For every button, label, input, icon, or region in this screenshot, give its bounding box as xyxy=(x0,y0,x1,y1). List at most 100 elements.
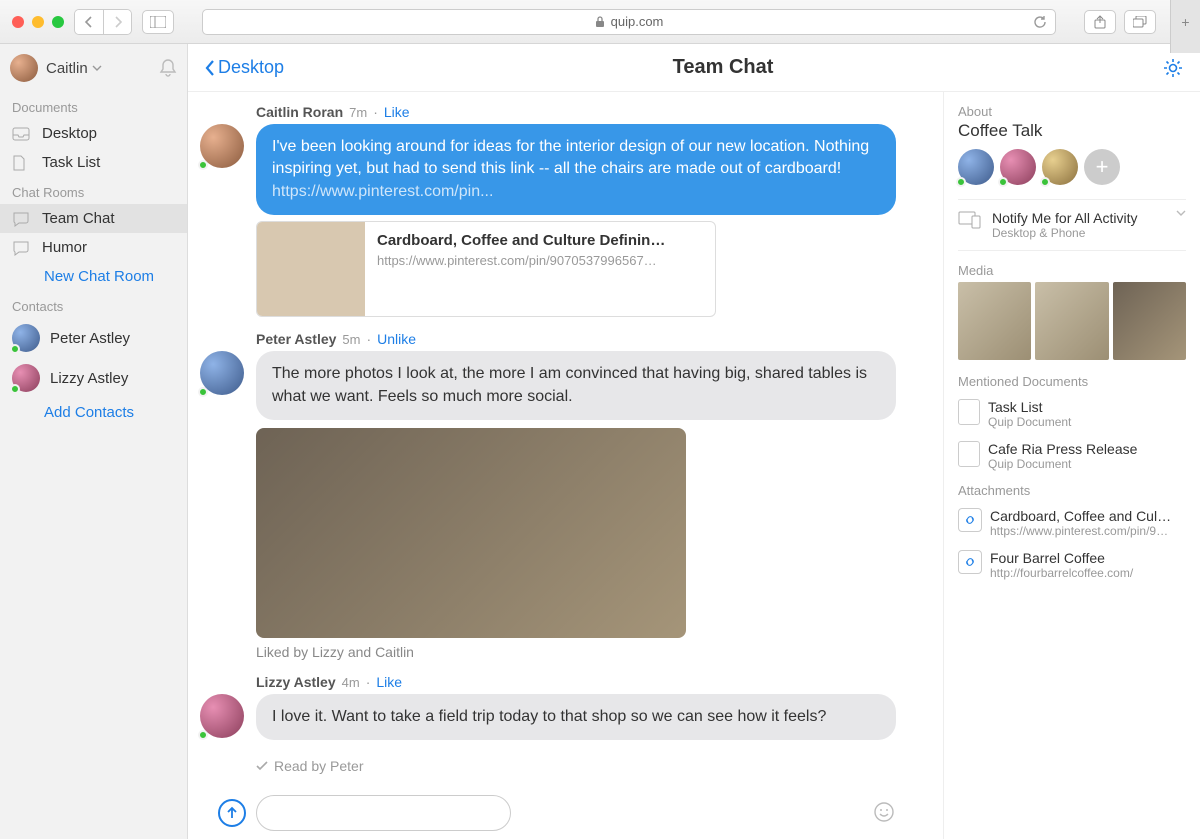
message-input[interactable] xyxy=(256,795,511,831)
chevron-left-icon xyxy=(204,59,216,77)
contacts-section-label: Contacts xyxy=(0,291,187,318)
sidebar-item-teamchat[interactable]: Team Chat xyxy=(0,204,187,233)
message-author: Caitlin Roran xyxy=(256,104,343,120)
emoji-button[interactable] xyxy=(873,801,895,823)
sidebar-item-label: Team Chat xyxy=(42,210,115,227)
share-button[interactable] xyxy=(1084,10,1116,34)
message-avatar[interactable] xyxy=(200,351,244,395)
nav-buttons xyxy=(74,9,132,35)
member-avatars: + xyxy=(958,149,1186,185)
link-preview-card[interactable]: Cardboard, Coffee and Culture Definin… h… xyxy=(256,221,716,317)
sidebar-toggle-button[interactable] xyxy=(142,10,174,34)
presence-indicator xyxy=(10,344,20,354)
document-icon xyxy=(958,399,980,425)
attachment-sub: http://fourbarrelcoffee.com/ xyxy=(990,566,1186,580)
member-avatar[interactable] xyxy=(1042,149,1078,185)
toolbar-right xyxy=(1084,10,1156,34)
check-icon xyxy=(256,761,268,771)
sidebar-item-humor[interactable]: Humor xyxy=(0,233,187,262)
documents-section-label: Documents xyxy=(0,92,187,119)
doc-sub: Quip Document xyxy=(988,457,1137,471)
tray-icon xyxy=(12,127,32,141)
notification-setting[interactable]: Notify Me for All Activity Desktop & Pho… xyxy=(958,199,1186,251)
devices-icon xyxy=(958,210,982,230)
doc-title: Task List xyxy=(988,399,1071,415)
back-link-label: Desktop xyxy=(218,57,284,78)
close-window-button[interactable] xyxy=(12,16,24,28)
main-column: Desktop Team Chat Caitlin Roran 7m · Lik… xyxy=(188,44,1200,839)
chat-message: Lizzy Astley 4m · Like I love it. Want t… xyxy=(200,674,923,740)
mentioned-doc[interactable]: Task List Quip Document xyxy=(958,393,1186,435)
attachment-row[interactable]: Cardboard, Coffee and Cul… https://www.p… xyxy=(958,502,1186,544)
fullscreen-window-button[interactable] xyxy=(52,16,64,28)
message-time: 7m xyxy=(349,105,367,120)
attachment-title: Four Barrel Coffee xyxy=(990,550,1186,566)
attachment-row[interactable]: Four Barrel Coffee http://fourbarrelcoff… xyxy=(958,544,1186,586)
url-host: quip.com xyxy=(611,14,664,29)
chat-header: Desktop Team Chat xyxy=(188,44,1200,92)
link-icon xyxy=(958,508,982,532)
media-thumb[interactable] xyxy=(1035,282,1108,360)
sidebar-item-label: Desktop xyxy=(42,125,97,142)
presence-indicator xyxy=(198,387,208,397)
user-name: Caitlin xyxy=(46,60,151,77)
new-chat-room-link[interactable]: New Chat Room xyxy=(0,262,187,291)
like-action[interactable]: Like xyxy=(384,104,410,120)
member-avatar[interactable] xyxy=(958,149,994,185)
forward-button[interactable] xyxy=(103,10,131,34)
sidebar-item-label: Humor xyxy=(42,239,87,256)
sidebar: Caitlin Documents Desktop Task List Chat… xyxy=(0,44,188,839)
message-text: The more photos I look at, the more I am… xyxy=(272,365,867,404)
document-icon xyxy=(958,441,980,467)
address-bar[interactable]: quip.com xyxy=(202,9,1056,35)
message-text: I've been looking around for ideas for t… xyxy=(272,138,869,177)
like-action[interactable]: Like xyxy=(376,674,402,690)
sidebar-contact-peter[interactable]: Peter Astley xyxy=(0,318,187,358)
chevron-down-icon xyxy=(1176,210,1186,216)
message-link[interactable]: https://www.pinterest.com/pin... xyxy=(272,183,493,200)
media-thumb[interactable] xyxy=(958,282,1031,360)
unlike-action[interactable]: Unlike xyxy=(377,331,416,347)
liked-by-text: Liked by Lizzy and Caitlin xyxy=(256,644,896,660)
mentioned-doc[interactable]: Cafe Ria Press Release Quip Document xyxy=(958,435,1186,477)
chat-stream: Caitlin Roran 7m · Like I've been lookin… xyxy=(188,92,944,839)
page-title: Team Chat xyxy=(284,56,1162,79)
contact-name: Peter Astley xyxy=(50,330,130,347)
mentioned-docs-label: Mentioned Documents xyxy=(958,374,1186,389)
notifications-button[interactable] xyxy=(159,58,177,78)
photo-attachment[interactable] xyxy=(256,428,686,638)
notify-sub: Desktop & Phone xyxy=(992,226,1166,240)
sidebar-item-label: Task List xyxy=(42,154,100,171)
sidebar-user[interactable]: Caitlin xyxy=(0,44,187,92)
media-thumb[interactable] xyxy=(1113,282,1186,360)
doc-title: Cafe Ria Press Release xyxy=(988,441,1137,457)
attachment-sub: https://www.pinterest.com/pin/9… xyxy=(990,524,1186,538)
contact-avatar xyxy=(12,364,40,392)
tabs-button[interactable] xyxy=(1124,10,1156,34)
chat-title: Coffee Talk xyxy=(958,121,1186,141)
reload-button[interactable] xyxy=(1033,15,1047,29)
member-avatar[interactable] xyxy=(1000,149,1036,185)
minimize-window-button[interactable] xyxy=(32,16,44,28)
chat-icon xyxy=(12,211,32,227)
doc-sub: Quip Document xyxy=(988,415,1071,429)
send-button[interactable] xyxy=(218,799,246,827)
back-button[interactable] xyxy=(75,10,103,34)
message-avatar[interactable] xyxy=(200,694,244,738)
sidebar-item-desktop[interactable]: Desktop xyxy=(0,119,187,148)
presence-indicator xyxy=(198,730,208,740)
presence-indicator xyxy=(10,384,20,394)
add-member-button[interactable]: + xyxy=(1084,149,1120,185)
back-link[interactable]: Desktop xyxy=(204,57,284,78)
notify-title: Notify Me for All Activity xyxy=(992,210,1166,226)
sidebar-contact-lizzy[interactable]: Lizzy Astley xyxy=(0,358,187,398)
sidebar-item-tasklist[interactable]: Task List xyxy=(0,148,187,177)
message-author: Lizzy Astley xyxy=(256,674,336,690)
message-avatar[interactable] xyxy=(200,124,244,168)
browser-toolbar: quip.com + xyxy=(0,0,1200,44)
document-icon xyxy=(12,155,32,171)
add-contacts-link[interactable]: Add Contacts xyxy=(0,398,187,427)
settings-button[interactable] xyxy=(1162,57,1184,79)
presence-indicator xyxy=(998,177,1008,187)
link-preview-url: https://www.pinterest.com/pin/9070537996… xyxy=(377,253,703,268)
